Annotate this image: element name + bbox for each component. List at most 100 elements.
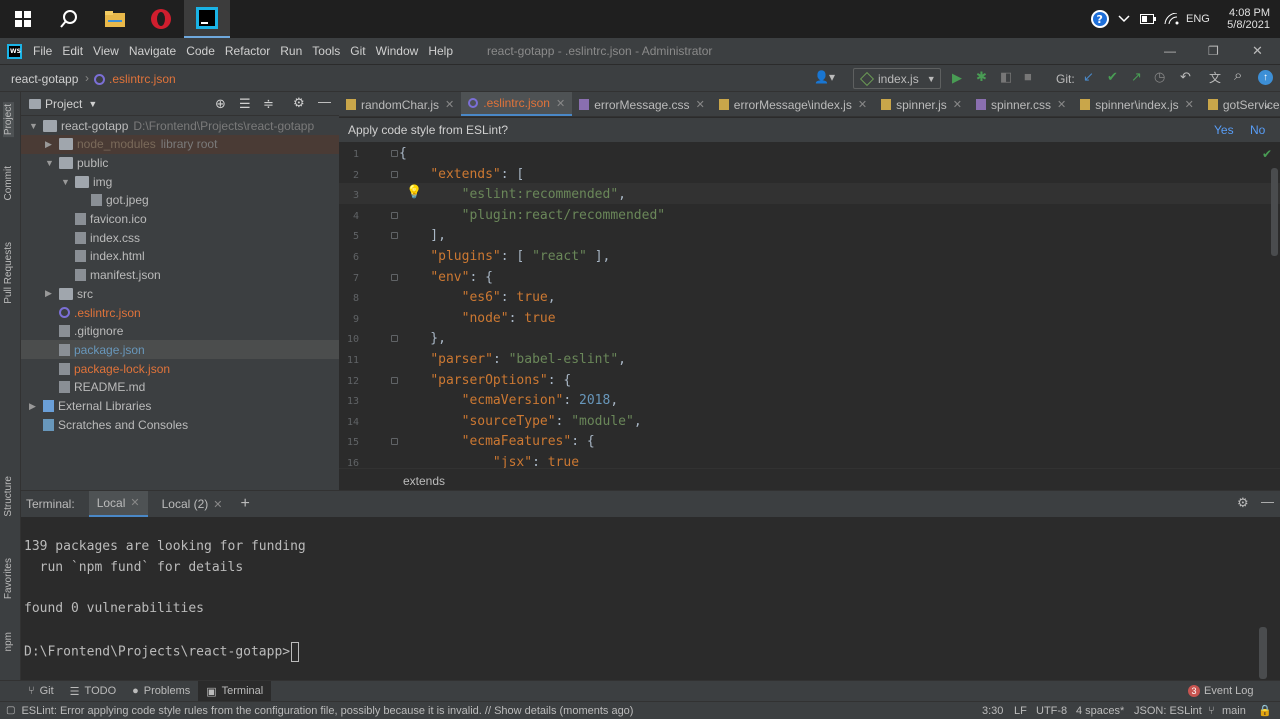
expand-all-icon[interactable]: ☰ bbox=[239, 96, 251, 112]
nav-file[interactable]: .eslintrc.json bbox=[94, 72, 176, 86]
gear-icon[interactable]: ⚙ bbox=[1237, 495, 1249, 511]
menu-navigate[interactable]: Navigate bbox=[129, 44, 176, 58]
help-icon[interactable]: ? bbox=[1090, 0, 1110, 38]
tabs-overflow-icon[interactable]: ⌄ bbox=[1262, 97, 1272, 111]
close-icon[interactable]: ✕ bbox=[556, 97, 565, 110]
editor-scrollbar[interactable] bbox=[1271, 168, 1278, 256]
tree-item[interactable]: manifest.json bbox=[21, 266, 339, 285]
nav-project[interactable]: react-gotapp bbox=[11, 72, 78, 86]
intention-bulb-icon[interactable]: 💡 bbox=[406, 184, 422, 200]
project-panel-title[interactable]: Project bbox=[45, 97, 82, 111]
tray-chevron-icon[interactable] bbox=[1118, 0, 1130, 38]
fold-marker-icon[interactable] bbox=[391, 438, 398, 446]
close-window-button[interactable]: ✕ bbox=[1252, 43, 1263, 59]
tree-item[interactable]: ▶ src bbox=[21, 284, 339, 303]
tool-structure[interactable]: Structure bbox=[3, 476, 14, 517]
json-schema[interactable]: JSON: ESLint bbox=[1134, 705, 1202, 717]
search-icon[interactable] bbox=[46, 0, 92, 38]
run-icon[interactable]: ▶ bbox=[952, 70, 962, 86]
tree-item[interactable]: ▶ External Libraries bbox=[21, 397, 339, 416]
fold-marker-icon[interactable] bbox=[391, 232, 398, 240]
editor-tab[interactable]: errorMessage.css ✕ bbox=[572, 92, 712, 116]
tree-item[interactable]: ▼ img bbox=[21, 172, 339, 191]
git-push-icon[interactable]: ↗ bbox=[1131, 69, 1142, 85]
hide-panel-icon[interactable]: — bbox=[1261, 494, 1274, 509]
tree-item[interactable]: ▶ node_modules library root bbox=[21, 134, 339, 154]
user-icon[interactable]: 👤▾ bbox=[814, 70, 835, 84]
windows-start-icon[interactable] bbox=[0, 0, 46, 38]
close-icon[interactable]: ✕ bbox=[213, 498, 222, 511]
close-icon[interactable]: ✕ bbox=[130, 496, 139, 509]
close-icon[interactable]: ✕ bbox=[696, 98, 705, 111]
opera-browser-icon[interactable] bbox=[138, 0, 184, 38]
tool-favorites[interactable]: Favorites bbox=[3, 558, 14, 599]
banner-no-link[interactable]: No bbox=[1250, 123, 1265, 137]
git-branch[interactable]: main bbox=[1222, 705, 1246, 717]
collapse-all-icon[interactable]: ≑ bbox=[263, 96, 274, 112]
menu-view[interactable]: View bbox=[93, 44, 119, 58]
menu-refactor[interactable]: Refactor bbox=[225, 44, 270, 58]
close-icon[interactable]: ✕ bbox=[858, 98, 867, 111]
fold-marker-icon[interactable] bbox=[391, 211, 398, 219]
tool-pull-requests[interactable]: Pull Requests bbox=[3, 242, 14, 304]
menu-window[interactable]: Window bbox=[376, 44, 419, 58]
language-indicator[interactable]: ENG bbox=[1186, 0, 1210, 38]
editor-tab[interactable]: spinner.css ✕ bbox=[969, 92, 1073, 116]
terminal-output[interactable]: 139 packages are looking for funding run… bbox=[21, 517, 1280, 680]
tree-item[interactable]: index.css bbox=[21, 228, 339, 247]
banner-yes-link[interactable]: Yes bbox=[1214, 123, 1234, 137]
fold-marker-icon[interactable] bbox=[391, 376, 398, 384]
stop-icon[interactable]: ■ bbox=[1024, 69, 1032, 84]
run-config-select[interactable]: index.js ▼ bbox=[853, 68, 941, 89]
tool-problems[interactable]: ● Problems bbox=[124, 681, 198, 702]
code-editor[interactable]: 1 2 3 4 5 6 7 8 9 10 11 12 13 14 15 16 { "extends": [ "… bbox=[339, 142, 1280, 468]
menu-help[interactable]: Help bbox=[428, 44, 453, 58]
chevron-down-icon[interactable]: ▼ bbox=[45, 158, 59, 168]
status-message[interactable]: ESLint: Error applying code style rules … bbox=[21, 705, 951, 717]
menu-git[interactable]: Git bbox=[350, 44, 365, 58]
line-separator[interactable]: LF bbox=[1014, 705, 1027, 717]
close-icon[interactable]: ✕ bbox=[445, 98, 454, 111]
editor-tab[interactable]: spinner.js ✕ bbox=[874, 92, 969, 116]
caret-position[interactable]: 3:30 bbox=[982, 705, 1003, 717]
debug-icon[interactable]: ✱ bbox=[976, 69, 987, 85]
tree-item[interactable]: ▼ react-gotapp D:\Frontend\Projects\react-… bbox=[21, 116, 339, 135]
tool-terminal[interactable]: ▣ Terminal bbox=[198, 680, 272, 702]
tool-commit[interactable]: Commit bbox=[3, 166, 14, 200]
tree-item[interactable]: ▼ public bbox=[21, 153, 339, 172]
webstorm-taskbar-icon[interactable] bbox=[184, 0, 230, 38]
fold-marker-icon[interactable] bbox=[391, 335, 398, 343]
editor-breadcrumb[interactable]: extends bbox=[339, 468, 1280, 490]
menu-edit[interactable]: Edit bbox=[62, 44, 83, 58]
chevron-down-icon[interactable]: ▼ bbox=[88, 99, 97, 109]
tree-item[interactable]: README.md bbox=[21, 378, 339, 397]
terminal-tab-local[interactable]: Local ✕ bbox=[88, 490, 148, 518]
editor-tab[interactable]: spinner\index.js ✕ bbox=[1073, 92, 1201, 116]
ide-update-icon[interactable]: ↑ bbox=[1258, 70, 1273, 85]
tool-project[interactable]: Project bbox=[3, 102, 14, 138]
fold-marker-icon[interactable] bbox=[391, 150, 398, 157]
tree-item[interactable]: package-lock.json bbox=[21, 359, 339, 378]
tool-git[interactable]: ⑂ Git bbox=[20, 681, 62, 702]
chevron-down-icon[interactable]: ▼ bbox=[29, 121, 43, 131]
locate-file-icon[interactable]: ⊕ bbox=[215, 96, 226, 112]
close-icon[interactable]: ✕ bbox=[1185, 98, 1194, 111]
terminal-tab-local-2[interactable]: Local (2) ✕ bbox=[154, 491, 231, 518]
search-everywhere-icon[interactable]: ⌕ bbox=[1234, 67, 1242, 84]
close-icon[interactable]: ✕ bbox=[953, 98, 962, 111]
tree-item[interactable]: got.jpeg bbox=[21, 191, 339, 210]
indent-setting[interactable]: 4 spaces* bbox=[1076, 705, 1124, 717]
tool-npm[interactable]: npm bbox=[3, 632, 14, 651]
tool-todo[interactable]: ☰ TODO bbox=[62, 681, 124, 702]
terminal-scrollbar[interactable] bbox=[1259, 627, 1267, 679]
wifi-icon[interactable] bbox=[1164, 0, 1180, 38]
history-icon[interactable]: ◷ bbox=[1154, 69, 1165, 85]
chevron-right-icon[interactable]: ▶ bbox=[45, 288, 59, 299]
status-toggle-icon[interactable]: ▢ bbox=[6, 705, 15, 716]
file-encoding[interactable]: UTF-8 bbox=[1036, 705, 1067, 717]
tree-item[interactable]: package.json bbox=[21, 340, 339, 360]
restore-button[interactable]: ❐ bbox=[1208, 44, 1219, 58]
file-explorer-icon[interactable] bbox=[92, 0, 138, 38]
tree-item[interactable]: Scratches and Consoles bbox=[21, 415, 339, 434]
battery-icon[interactable] bbox=[1140, 0, 1156, 38]
